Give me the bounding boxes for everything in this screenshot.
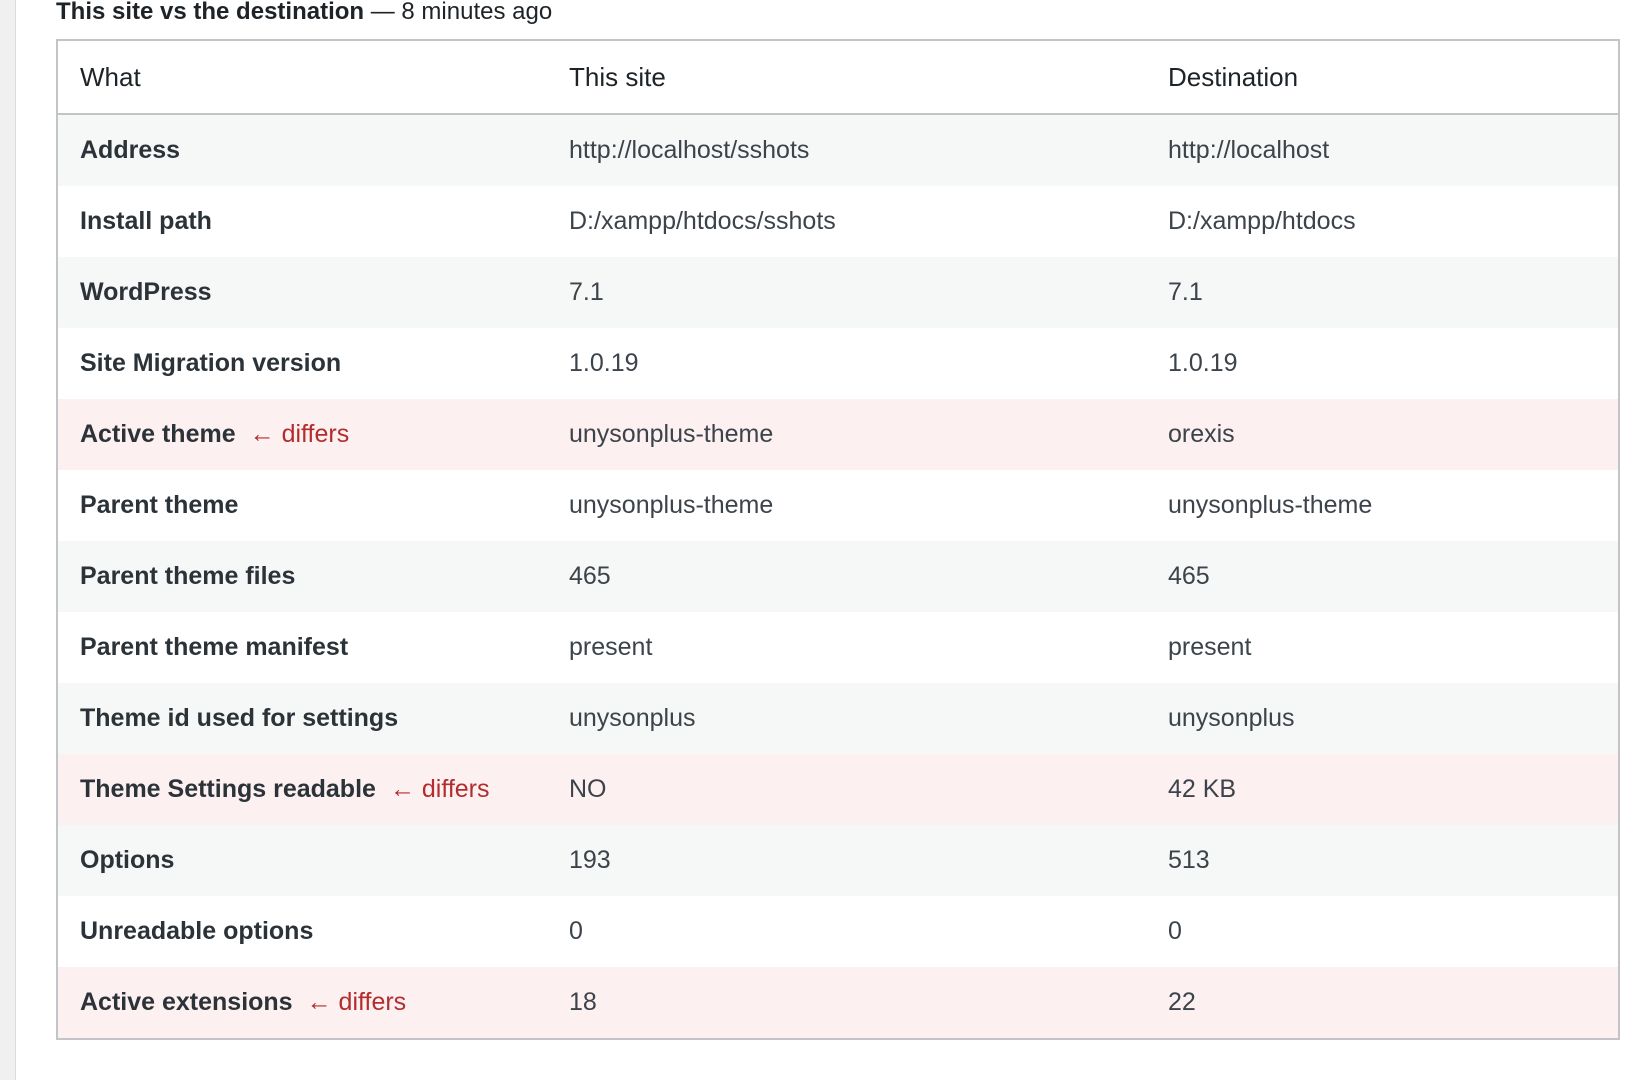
row-label: Unreadable options	[80, 917, 314, 945]
table-row: Options 193 513	[58, 825, 1618, 896]
cell-this-site: D:/xampp/htdocs/sshots	[569, 207, 836, 235]
cell-destination: 1.0.19	[1168, 349, 1238, 377]
cell-what: Install path	[58, 186, 547, 257]
differs-indicator: ← differs	[306, 988, 407, 1016]
cell-what: WordPress	[58, 257, 547, 328]
cell-destination: unysonplus	[1146, 683, 1618, 754]
table-row: WordPress 7.1 7.1	[58, 257, 1618, 328]
column-header-this-site: This site	[547, 41, 1146, 115]
table-row: Theme Settings readable ← differs NO 42 KB	[58, 754, 1618, 825]
cell-what: Active theme ← differs	[58, 399, 547, 470]
comparison-heading: This site vs the destination — 8 minutes…	[56, 0, 552, 30]
cell-this-site: present	[569, 633, 653, 661]
cell-what: Options	[58, 825, 547, 896]
cell-destination: 513	[1146, 825, 1618, 896]
table-row: Parent theme unysonplus-theme unysonplus-t…	[58, 470, 1618, 541]
cell-what: Site Migration version	[58, 328, 547, 399]
cell-destination: 22	[1146, 967, 1618, 1038]
row-label: Theme Settings readable	[80, 775, 376, 803]
comparison-age: 8 minutes ago	[401, 0, 553, 25]
table-row: Unreadable options 0 0	[58, 896, 1618, 967]
cell-this-site: NO	[547, 754, 1146, 825]
table-row: Install path D:/xampp/htdocs/sshots D:/xam…	[58, 186, 1618, 257]
differs-indicator: ← differs	[389, 775, 490, 803]
table-row: Active extensions ← differs 18 22	[58, 967, 1618, 1038]
row-label: Options	[80, 846, 175, 874]
cell-this-site: 18	[547, 967, 1146, 1038]
cell-this-site: unysonplus	[547, 683, 1146, 754]
cell-destination: 42 KB	[1146, 754, 1618, 825]
cell-what: Theme id used for settings	[58, 683, 547, 754]
cell-this-site: unysonplus-theme	[547, 399, 1146, 470]
table-row: Address http://localhost/sshots http://loc…	[58, 114, 1618, 186]
row-label: Active theme	[80, 420, 236, 448]
cell-this-site: 0	[569, 917, 583, 945]
table-row: Site Migration version 1.0.19 1.0.19	[58, 328, 1618, 399]
column-header-destination: Destination	[1146, 41, 1618, 115]
row-label: Address	[80, 136, 181, 164]
cell-what: Active extensions ← differs	[58, 967, 547, 1038]
cell-destination: present	[1168, 633, 1252, 661]
comparison-table-container: What This site Destination Address http:/…	[56, 39, 1620, 1040]
header-row: What This site Destination	[58, 41, 1618, 115]
cell-what: Theme Settings readable ← differs	[58, 754, 547, 825]
row-label: Active extensions	[80, 988, 293, 1016]
cell-destination: unysonplus-theme	[1168, 491, 1373, 519]
cell-this-site: 7.1	[547, 257, 1146, 328]
cell-destination: http://localhost	[1146, 114, 1618, 186]
cell-what: Parent theme manifest	[58, 612, 547, 683]
row-label: Site Migration version	[80, 349, 342, 377]
cell-destination: orexis	[1146, 399, 1618, 470]
cell-destination: 0	[1168, 917, 1182, 945]
table-row: Parent theme files 465 465	[58, 541, 1618, 612]
row-label: Install path	[80, 207, 212, 235]
row-label: Parent theme manifest	[80, 633, 349, 661]
table-row: Theme id used for settings unysonplus unys…	[58, 683, 1618, 754]
cell-destination: 7.1	[1146, 257, 1618, 328]
cell-destination: D:/xampp/htdocs	[1168, 207, 1356, 235]
cell-what: Parent theme	[58, 470, 547, 541]
table-header: What This site Destination	[58, 41, 1618, 115]
row-label: WordPress	[80, 278, 212, 306]
table-row: Parent theme manifest present present	[58, 612, 1618, 683]
table-body: Address http://localhost/sshots http://loc…	[58, 114, 1618, 1038]
comparison-table: What This site Destination Address http:/…	[58, 41, 1618, 1038]
row-label: Theme id used for settings	[80, 704, 399, 732]
cell-destination: 465	[1146, 541, 1618, 612]
cell-this-site: 465	[547, 541, 1146, 612]
admin-page: This site vs the destination — 8 minutes…	[15, 0, 1640, 1080]
page-bottom-area	[56, 1040, 1616, 1080]
row-label: Parent theme files	[80, 562, 296, 590]
comparison-title: This site vs the destination	[56, 0, 365, 25]
column-header-what: What	[58, 41, 547, 115]
cell-what: Parent theme files	[58, 541, 547, 612]
cell-this-site: 193	[547, 825, 1146, 896]
table-row: Active theme ← differs unysonplus-theme ore…	[58, 399, 1618, 470]
cell-what: Address	[58, 114, 547, 186]
differs-indicator: ← differs	[249, 420, 350, 448]
cell-this-site: unysonplus-theme	[569, 491, 774, 519]
row-label: Parent theme	[80, 491, 239, 519]
cell-this-site: 1.0.19	[569, 349, 639, 377]
heading-separator: —	[370, 0, 395, 25]
cell-this-site: http://localhost/sshots	[547, 114, 1146, 186]
cell-what: Unreadable options	[58, 896, 547, 967]
